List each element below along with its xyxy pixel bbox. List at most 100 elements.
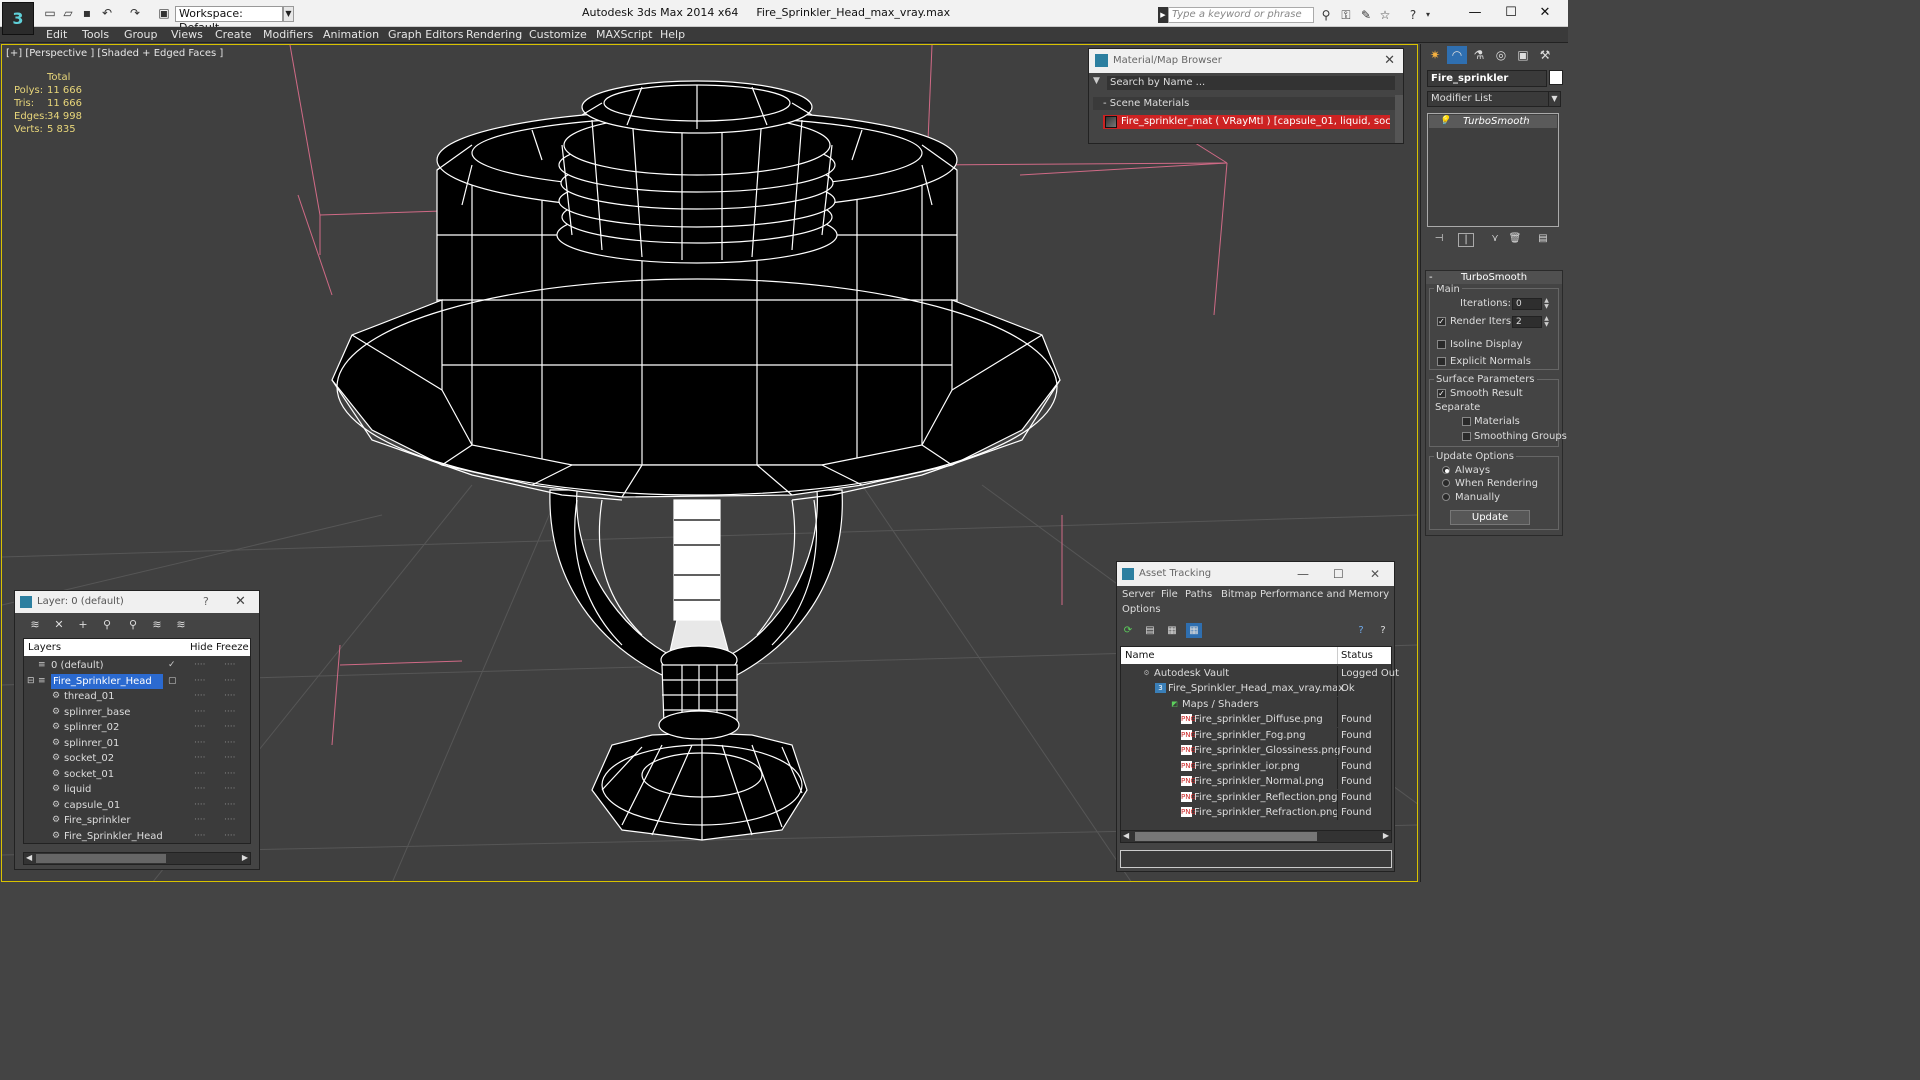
asset-menu-bitmap-performance[interactable]: Bitmap Performance and Memory <box>1221 589 1389 600</box>
object-name-field[interactable]: Fire_sprinkler <box>1427 70 1547 87</box>
menu-tools[interactable]: Tools <box>82 28 109 41</box>
layer-window-title[interactable]: Layer: 0 (default) <box>15 591 259 613</box>
menu-maxscript[interactable]: MAXScript <box>596 28 652 41</box>
asset-menu-file[interactable]: File <box>1161 589 1178 600</box>
layer-row[interactable]: ⚙ splinrer_02 ···· ···· <box>24 720 250 735</box>
menu-create[interactable]: Create <box>215 28 252 41</box>
undo-icon[interactable]: ↶ <box>99 6 115 20</box>
col-layers[interactable]: Layers <box>28 639 61 656</box>
create-tab-icon[interactable]: ✷ <box>1425 46 1445 64</box>
configure-sets-icon[interactable]: ▤ <box>1535 233 1551 247</box>
layer-row[interactable]: ⚙ Fire_Sprinkler_Head ···· ···· <box>24 829 250 844</box>
table-view-icon[interactable]: ▦ <box>1186 623 1202 638</box>
asset-row[interactable]: 3 Fire_Sprinkler_Head_max_vray.max Ok <box>1121 681 1391 696</box>
stack-item-turbosmooth[interactable]: 💡 TurboSmooth <box>1429 115 1557 128</box>
search-options-icon[interactable]: ▼ <box>1093 76 1105 90</box>
object-color-swatch[interactable] <box>1549 70 1563 85</box>
spinner-arrows-icon[interactable]: ▲ ▼ <box>1543 298 1550 310</box>
turbosmooth-rollout-header[interactable]: - TurboSmooth <box>1426 271 1562 284</box>
asset-menu-paths[interactable]: Paths <box>1185 589 1212 600</box>
manually-radio[interactable] <box>1442 493 1450 501</box>
lightbulb-icon[interactable]: 💡 <box>1439 116 1450 126</box>
help-icon[interactable]: ? <box>1405 7 1421 23</box>
menu-views[interactable]: Views <box>171 28 203 41</box>
explicit-normals-checkbox[interactable] <box>1437 357 1446 366</box>
isoline-display-checkbox[interactable] <box>1437 340 1446 349</box>
layer-help-icon[interactable]: ? <box>203 591 209 613</box>
layer-horizontal-scrollbar[interactable]: ◀ ▶ <box>23 852 251 865</box>
modifier-stack[interactable]: 💡 TurboSmooth <box>1427 113 1559 227</box>
set-current-icon[interactable]: ▢ <box>168 676 178 686</box>
menu-rendering[interactable]: Rendering <box>466 28 522 41</box>
binoculars-icon[interactable]: ⚲ <box>1318 7 1334 23</box>
asset-row[interactable]: PNG Fire_sprinkler_Fog.png Found <box>1121 728 1391 743</box>
utilities-tab-icon[interactable]: ⚒ <box>1535 46 1555 64</box>
asset-row[interactable]: PNG Fire_sprinkler_Diffuse.png Found <box>1121 712 1391 727</box>
menu-group[interactable]: Group <box>124 28 158 41</box>
delete-layer-icon[interactable]: ✕ <box>51 618 67 632</box>
layer-row[interactable]: ⚙ thread_01 ···· ···· <box>24 689 250 704</box>
layer-row[interactable]: ⚙ socket_02 ···· ···· <box>24 751 250 766</box>
render-iters-spinner[interactable]: 2 <box>1512 316 1542 328</box>
menu-animation[interactable]: Animation <box>323 28 379 41</box>
col-freeze[interactable]: Freeze <box>216 639 249 656</box>
asset-maximize-icon[interactable]: ☐ <box>1333 562 1344 586</box>
layer-row[interactable]: ⚙ Fire_sprinkler ···· ···· <box>24 813 250 828</box>
col-status[interactable]: Status <box>1341 647 1373 664</box>
fire-sprinkler-model[interactable] <box>331 80 1061 841</box>
layer-row[interactable]: ⚙ splinrer_base ···· ···· <box>24 705 250 720</box>
menu-help[interactable]: Help <box>660 28 685 41</box>
collapse-icon[interactable]: ⊟ <box>27 676 37 686</box>
layer-row[interactable]: ⚙ socket_01 ···· ···· <box>24 767 250 782</box>
menu-edit[interactable]: Edit <box>46 28 67 41</box>
layer-close-icon[interactable]: ✕ <box>235 591 246 613</box>
render-iters-checkbox[interactable]: ✓ <box>1437 317 1446 326</box>
viewport-label[interactable]: [+] [Perspective ] [Shaded + Edged Faces… <box>6 48 223 59</box>
communication-icon[interactable]: ✎ <box>1358 7 1374 23</box>
app-logo-icon[interactable]: 3 <box>2 2 34 35</box>
spinner-arrows-icon[interactable]: ▲ ▼ <box>1543 316 1550 328</box>
asset-horizontal-scrollbar[interactable]: ◀ ▶ <box>1120 830 1392 843</box>
asset-row[interactable]: PNG Fire_sprinkler_Glossiness.png Found <box>1121 743 1391 758</box>
redo-icon[interactable]: ↷ <box>127 6 143 20</box>
scroll-thumb[interactable] <box>1135 832 1317 841</box>
material-browser-title[interactable]: Material/Map Browser <box>1089 49 1403 73</box>
menu-graph-editors[interactable]: Graph Editors <box>388 28 464 41</box>
display-tab-icon[interactable]: ▣ <box>1513 46 1533 64</box>
make-unique-icon[interactable]: ⋎ <box>1487 233 1503 247</box>
show-end-result-icon[interactable]: | <box>1458 233 1474 247</box>
remove-modifier-icon[interactable]: 🗑 <box>1507 233 1523 247</box>
layer-row[interactable]: ⊟ ≡ Fire_Sprinkler_Head ▢ ···· ···· <box>24 674 250 689</box>
always-radio[interactable] <box>1442 466 1450 474</box>
asset-row[interactable]: PNG Fire_sprinkler_Refraction.png Found <box>1121 805 1391 820</box>
layer-row[interactable]: ⚙ liquid ···· ···· <box>24 782 250 797</box>
separate-materials-checkbox[interactable] <box>1462 417 1471 426</box>
material-browser-close-icon[interactable]: ✕ <box>1384 49 1395 73</box>
list-view-icon[interactable]: ▤ <box>1142 623 1158 638</box>
asset-menu-options[interactable]: Options <box>1122 604 1161 615</box>
menu-modifiers[interactable]: Modifiers <box>263 28 313 41</box>
subscription-icon[interactable]: ⚿ <box>1338 7 1354 23</box>
asset-minimize-icon[interactable]: — <box>1297 562 1309 586</box>
layer-row[interactable]: ⚙ splinrer_01 ···· ···· <box>24 736 250 751</box>
open-file-icon[interactable]: ▱ <box>60 6 76 20</box>
help-icon[interactable]: ? <box>1353 623 1369 638</box>
modifier-list-dropdown[interactable]: Modifier List ▼ <box>1427 91 1561 107</box>
close-button[interactable]: ✕ <box>1522 2 1568 24</box>
vault-help-icon[interactable]: ? <box>1375 623 1391 638</box>
asset-status-field[interactable] <box>1120 850 1392 868</box>
scene-materials-group[interactable]: - Scene Materials <box>1093 97 1395 110</box>
col-name[interactable]: Name <box>1125 647 1155 664</box>
workspace-arrow-icon[interactable]: ▼ <box>283 6 294 22</box>
material-search-input[interactable]: Search by Name ... <box>1107 76 1395 90</box>
workspace-dropdown[interactable]: Workspace: Default <box>175 6 283 34</box>
highlight-layer-icon[interactable]: ⚲ <box>125 618 141 632</box>
new-file-icon[interactable]: ▭ <box>42 6 58 20</box>
refresh-icon[interactable]: ⟳ <box>1120 623 1136 638</box>
scroll-left-icon[interactable]: ◀ <box>26 853 32 862</box>
layer-row[interactable]: ⚙ capsule_01 ···· ···· <box>24 798 250 813</box>
thumbnail-view-icon[interactable]: ▦ <box>1164 623 1180 638</box>
add-to-layer-icon[interactable]: + <box>75 618 91 632</box>
asset-close-icon[interactable]: ✕ <box>1370 562 1380 586</box>
scroll-right-icon[interactable]: ▶ <box>242 853 248 862</box>
